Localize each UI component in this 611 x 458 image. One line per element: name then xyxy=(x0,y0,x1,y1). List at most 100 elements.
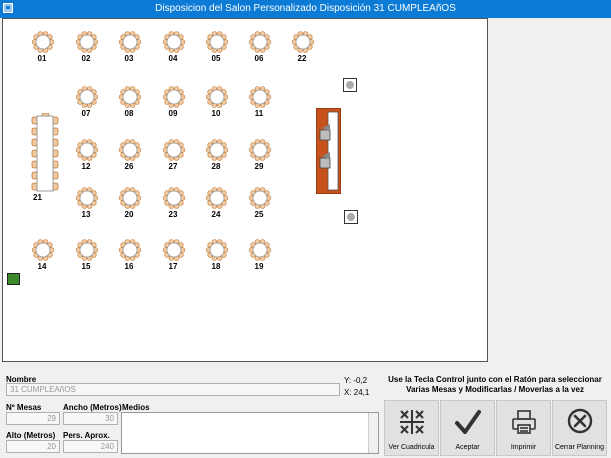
speaker-icon[interactable] xyxy=(343,78,357,92)
printer-icon xyxy=(512,410,536,434)
round-table[interactable]: 02 xyxy=(76,31,102,65)
round-table-icon xyxy=(206,187,228,209)
round-table[interactable]: 24 xyxy=(206,187,232,221)
round-table-icon xyxy=(119,139,141,161)
round-table[interactable]: 04 xyxy=(163,31,189,65)
table-label: 20 xyxy=(124,210,134,219)
table-label: 16 xyxy=(124,262,134,271)
imprimir-label: Imprimir xyxy=(510,444,537,451)
table-label: 13 xyxy=(81,210,91,219)
round-table-icon xyxy=(32,239,54,261)
round-table[interactable]: 07 xyxy=(76,86,102,120)
round-table-icon xyxy=(163,86,185,108)
title-bar: Disposicion del Salon Personalizado Disp… xyxy=(0,0,611,18)
table-label: 09 xyxy=(168,109,178,118)
round-table[interactable]: 26 xyxy=(119,139,145,173)
round-table-icon xyxy=(249,31,271,53)
round-table[interactable]: 15 xyxy=(76,239,102,273)
round-table-icon xyxy=(206,31,228,53)
round-table-icon xyxy=(32,31,54,53)
round-table-icon xyxy=(163,239,185,261)
table-label: 04 xyxy=(168,54,178,63)
stage-icon xyxy=(315,107,342,195)
alto-label: Alto (Metros) xyxy=(6,431,56,440)
round-table-icon xyxy=(163,187,185,209)
mesas-field[interactable]: 29 xyxy=(6,412,60,425)
ver-cuadricula-button[interactable]: Ver Cuadricula xyxy=(384,400,439,456)
checkmark-icon xyxy=(455,410,481,434)
round-table[interactable]: 18 xyxy=(206,239,232,273)
stage-furniture[interactable] xyxy=(315,107,342,195)
round-table[interactable]: 16 xyxy=(119,239,145,273)
table-label: 08 xyxy=(124,109,134,118)
round-table[interactable]: 10 xyxy=(206,86,232,120)
round-table[interactable]: 17 xyxy=(163,239,189,273)
round-table-icon xyxy=(163,139,185,161)
round-table[interactable]: 22 xyxy=(292,31,318,65)
cerrar-planning-button[interactable]: Cerrar Planning xyxy=(552,400,607,456)
round-table[interactable]: 03 xyxy=(119,31,145,65)
table-label: 27 xyxy=(168,162,178,171)
alto-field[interactable]: 20 xyxy=(6,440,60,453)
round-table-icon xyxy=(76,139,98,161)
round-table[interactable]: 27 xyxy=(163,139,189,173)
round-table[interactable]: 29 xyxy=(249,139,275,173)
round-table[interactable]: 09 xyxy=(163,86,189,120)
table-label: 03 xyxy=(124,54,134,63)
medios-scrollbar[interactable] xyxy=(368,413,378,453)
table-label: 02 xyxy=(81,54,91,63)
round-table-icon xyxy=(163,31,185,53)
green-marker-icon[interactable] xyxy=(7,273,20,285)
round-table-icon xyxy=(206,86,228,108)
round-table-icon xyxy=(119,239,141,261)
long-table[interactable]: 21 xyxy=(31,112,63,203)
round-table-icon xyxy=(292,31,314,53)
round-table[interactable]: 01 xyxy=(32,31,58,65)
mesas-label: Nº Mesas xyxy=(6,403,42,412)
round-table[interactable]: 25 xyxy=(249,187,275,221)
round-table[interactable]: 13 xyxy=(76,187,102,221)
ver-cuadricula-label: Ver Cuadricula xyxy=(388,444,435,451)
nombre-field[interactable]: 31 CUMPLEAñOS xyxy=(6,383,340,396)
round-table-icon xyxy=(249,139,271,161)
pers-field[interactable]: 240 xyxy=(63,440,118,453)
round-table[interactable]: 28 xyxy=(206,139,232,173)
table-label: 05 xyxy=(211,54,221,63)
round-table-icon xyxy=(249,239,271,261)
table-label: 11 xyxy=(254,109,264,118)
table-label: 26 xyxy=(124,162,134,171)
table-label: 18 xyxy=(211,262,221,271)
round-table[interactable]: 08 xyxy=(119,86,145,120)
round-table-icon xyxy=(76,187,98,209)
table-label: 29 xyxy=(254,162,264,171)
long-table-label: 21 xyxy=(33,193,42,202)
table-label: 07 xyxy=(81,109,91,118)
imprimir-button[interactable]: Imprimir xyxy=(496,400,551,456)
table-label: 28 xyxy=(211,162,221,171)
round-table[interactable]: 12 xyxy=(76,139,102,173)
table-label: 12 xyxy=(81,162,91,171)
round-table[interactable]: 20 xyxy=(119,187,145,221)
cerrar-planning-label: Cerrar Planning xyxy=(554,444,605,451)
round-table[interactable]: 06 xyxy=(249,31,275,65)
round-table[interactable]: 19 xyxy=(249,239,275,273)
table-label: 01 xyxy=(37,54,47,63)
speaker-icon[interactable] xyxy=(344,210,358,224)
round-table[interactable]: 14 xyxy=(32,239,58,273)
aceptar-label: Aceptar xyxy=(455,444,480,451)
round-table-icon xyxy=(119,86,141,108)
ancho-field[interactable]: 30 xyxy=(63,412,118,425)
grid-icon xyxy=(400,410,424,434)
medios-textarea[interactable] xyxy=(121,412,379,454)
window-title: Disposicion del Salon Personalizado Disp… xyxy=(155,3,456,14)
table-label: 22 xyxy=(297,54,307,63)
table-label: 19 xyxy=(254,262,264,271)
selection-hint: Use la Tecla Control junto con el Ratón … xyxy=(388,375,602,394)
round-table-icon xyxy=(249,86,271,108)
round-table[interactable]: 05 xyxy=(206,31,232,65)
aceptar-button[interactable]: Aceptar xyxy=(440,400,495,456)
coord-y: Y: -0,2 xyxy=(344,376,368,385)
round-table[interactable]: 23 xyxy=(163,187,189,221)
round-table[interactable]: 11 xyxy=(249,86,275,120)
floor-plan-canvas[interactable]: 01 02 03 04 05 06 22 07 08 09 10 11 12 26 27 28 29 13 20 23… xyxy=(2,18,488,362)
